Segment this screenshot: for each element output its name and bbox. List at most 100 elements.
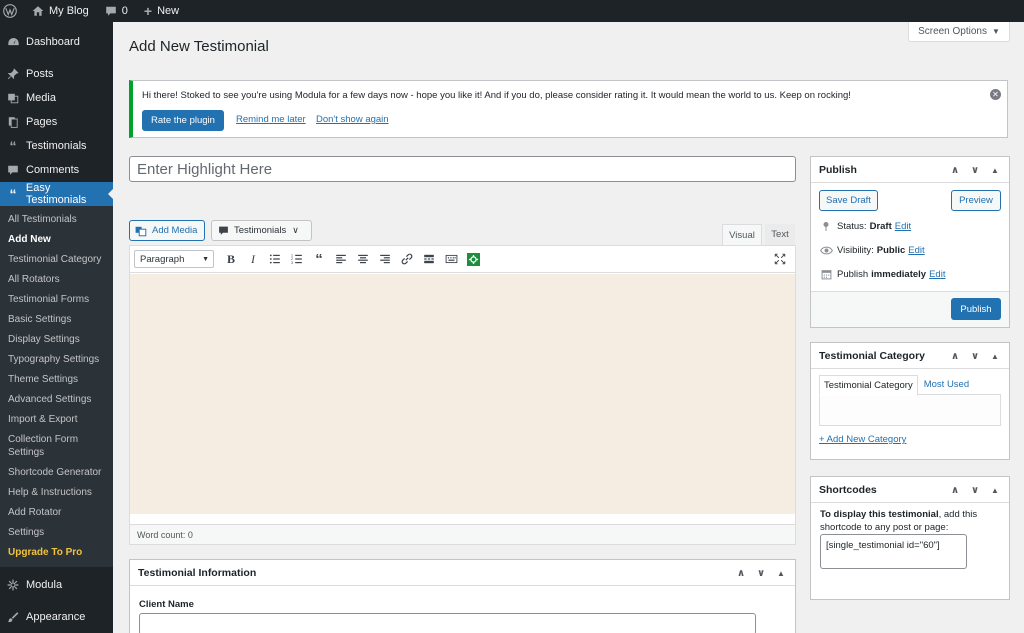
- submenu-basic-settings[interactable]: Basic Settings: [0, 310, 113, 330]
- category-tabs: Testimonial Category Most Used: [819, 375, 975, 396]
- edit-status-link[interactable]: Edit: [895, 221, 911, 232]
- postbox-title: Testimonial Category: [819, 349, 925, 362]
- submenu-collection-form-settings[interactable]: Collection Form Settings: [0, 430, 113, 463]
- chevron-down-icon: ∨: [292, 225, 299, 235]
- page-title: Add New Testimonial: [129, 38, 269, 55]
- client-name-label: Client Name: [139, 599, 194, 610]
- submenu-upgrade-to-pro[interactable]: Upgrade To Pro: [0, 543, 113, 563]
- admin-bar: My Blog 0 + New: [0, 0, 1024, 22]
- editor-content-area[interactable]: [130, 274, 795, 514]
- client-name-input[interactable]: [139, 613, 756, 633]
- submenu-all-rotators[interactable]: All Rotators: [0, 270, 113, 290]
- collapse-icon[interactable]: ▲: [985, 486, 1005, 495]
- wordpress-logo-icon[interactable]: [0, 0, 24, 22]
- blockquote-icon[interactable]: “: [308, 249, 330, 269]
- visibility-label: Visibility:: [837, 245, 874, 256]
- dashboard-icon: [6, 35, 20, 49]
- preview-button[interactable]: Preview: [951, 190, 1001, 211]
- dismiss-icon[interactable]: ✕: [990, 89, 1001, 100]
- submenu-import-export[interactable]: Import & Export: [0, 410, 113, 430]
- dont-show-again-link[interactable]: Don't show again: [316, 114, 389, 125]
- format-select[interactable]: Paragraph ▼: [134, 250, 214, 268]
- screen-options-button[interactable]: Screen Options ▼: [908, 22, 1010, 42]
- menu-label: Appearance: [26, 611, 86, 623]
- menu-label: Media: [26, 92, 56, 104]
- numbered-list-icon[interactable]: 123: [286, 249, 308, 269]
- menu-label: Modula: [26, 579, 63, 591]
- edit-publish-time-link[interactable]: Edit: [929, 269, 945, 280]
- menu-comments[interactable]: Comments: [0, 158, 113, 182]
- title-input[interactable]: Enter Highlight Here: [129, 156, 796, 182]
- fullscreen-icon[interactable]: [769, 249, 791, 269]
- add-new-category-link[interactable]: + Add New Category: [819, 434, 906, 445]
- pin-icon: [6, 67, 20, 81]
- postbox-header: Testimonial Category ∧ ∨ ▲: [811, 343, 1009, 369]
- submenu-typography-settings[interactable]: Typography Settings: [0, 350, 113, 370]
- align-center-icon[interactable]: [352, 249, 374, 269]
- chevron-up-icon[interactable]: ∧: [945, 485, 965, 496]
- submenu-testimonial-category[interactable]: Testimonial Category: [0, 250, 113, 270]
- menu-dashboard[interactable]: Dashboard: [0, 30, 113, 54]
- chevron-down-icon[interactable]: ∨: [751, 568, 771, 579]
- submenu-testimonial-forms[interactable]: Testimonial Forms: [0, 290, 113, 310]
- submenu-add-new[interactable]: Add New: [0, 230, 113, 250]
- comment-icon: [105, 6, 116, 16]
- menu-posts[interactable]: Posts: [0, 62, 113, 86]
- shortcode-textarea[interactable]: [single_testimonial id="60"]: [820, 534, 967, 569]
- submenu-settings[interactable]: Settings: [0, 523, 113, 543]
- title-placeholder: Enter Highlight Here: [137, 160, 273, 178]
- chevron-down-icon[interactable]: ∨: [965, 351, 985, 362]
- collapse-icon[interactable]: ▲: [985, 166, 1005, 175]
- brush-icon: [6, 610, 20, 624]
- chevron-up-icon[interactable]: ∧: [945, 351, 965, 362]
- site-name-link[interactable]: My Blog: [24, 0, 97, 22]
- italic-icon[interactable]: I: [242, 249, 264, 269]
- submenu-all-testimonials[interactable]: All Testimonials: [0, 210, 113, 230]
- chevron-down-icon[interactable]: ∨: [965, 165, 985, 176]
- align-left-icon[interactable]: [330, 249, 352, 269]
- caret-down-icon: ▼: [202, 255, 209, 263]
- menu-testimonials[interactable]: “ Testimonials: [0, 134, 113, 158]
- submenu-add-rotator[interactable]: Add Rotator: [0, 503, 113, 523]
- admin-sidebar: Dashboard Posts Media Pages “ Testimonia…: [0, 22, 113, 633]
- menu-modula[interactable]: Modula: [0, 573, 113, 597]
- publish-time: Publish immediately Edit: [819, 269, 945, 280]
- tab-most-used[interactable]: Most Used: [918, 375, 975, 396]
- testimonials-shortcode-dropdown[interactable]: Testimonials ∨: [211, 220, 312, 241]
- calendar-icon: [819, 269, 833, 280]
- tab-visual[interactable]: Visual: [722, 224, 762, 245]
- testimonials-dropdown-label: Testimonials: [234, 225, 287, 236]
- chevron-up-icon[interactable]: ∧: [945, 165, 965, 176]
- save-draft-button[interactable]: Save Draft: [819, 190, 878, 211]
- publish-button[interactable]: Publish: [951, 298, 1001, 320]
- tab-all-categories[interactable]: Testimonial Category: [819, 375, 918, 396]
- collapse-icon[interactable]: ▲: [771, 569, 791, 578]
- read-more-icon[interactable]: [418, 249, 440, 269]
- submenu-shortcode-generator[interactable]: Shortcode Generator: [0, 463, 113, 483]
- submenu-advanced-settings[interactable]: Advanced Settings: [0, 390, 113, 410]
- collapse-icon[interactable]: ▲: [985, 352, 1005, 361]
- menu-pages[interactable]: Pages: [0, 110, 113, 134]
- postbox-header: Testimonial Information ∧ ∨ ▲: [130, 560, 795, 586]
- add-media-button[interactable]: Add Media: [129, 220, 205, 241]
- bullet-list-icon[interactable]: [264, 249, 286, 269]
- submenu-display-settings[interactable]: Display Settings: [0, 330, 113, 350]
- bold-icon[interactable]: B: [220, 249, 242, 269]
- rate-plugin-button[interactable]: Rate the plugin: [142, 110, 224, 131]
- tab-text[interactable]: Text: [765, 224, 795, 245]
- menu-appearance[interactable]: Appearance: [0, 605, 113, 629]
- keyboard-icon[interactable]: [440, 249, 462, 269]
- submenu-theme-settings[interactable]: Theme Settings: [0, 370, 113, 390]
- menu-easy-testimonials[interactable]: “ Easy Testimonials: [0, 182, 113, 206]
- link-icon[interactable]: [396, 249, 418, 269]
- align-right-icon[interactable]: [374, 249, 396, 269]
- comments-link[interactable]: 0: [97, 0, 136, 22]
- testimonial-plugin-icon[interactable]: [462, 249, 484, 269]
- menu-media[interactable]: Media: [0, 86, 113, 110]
- chevron-down-icon[interactable]: ∨: [965, 485, 985, 496]
- submenu-help-instructions[interactable]: Help & Instructions: [0, 483, 113, 503]
- chevron-up-icon[interactable]: ∧: [731, 568, 751, 579]
- edit-visibility-link[interactable]: Edit: [908, 245, 924, 256]
- remind-later-link[interactable]: Remind me later: [236, 114, 306, 125]
- new-content-link[interactable]: + New: [136, 0, 187, 22]
